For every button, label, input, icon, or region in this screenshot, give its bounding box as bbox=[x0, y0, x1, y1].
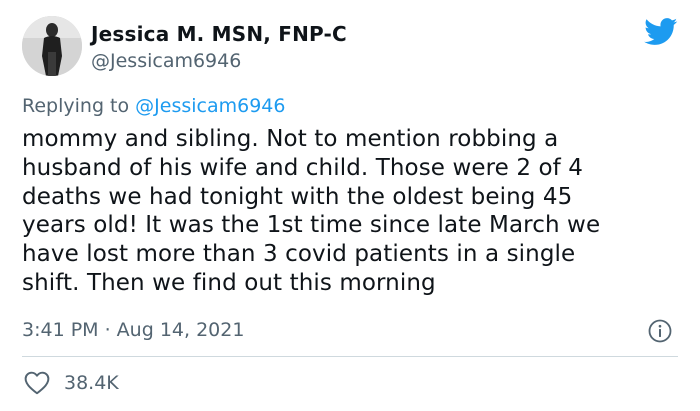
avatar[interactable] bbox=[22, 16, 82, 76]
heart-icon[interactable] bbox=[24, 371, 50, 395]
info-icon[interactable] bbox=[648, 319, 672, 343]
tweet-timestamp[interactable]: 3:41 PM · Aug 14, 2021 bbox=[22, 319, 244, 341]
tweet-text: mommy and sibling. Not to mention robbin… bbox=[22, 126, 601, 296]
avatar-photo bbox=[22, 16, 82, 76]
divider bbox=[22, 356, 678, 357]
author-display-name[interactable]: Jessica M. MSN, FNP-C bbox=[91, 22, 347, 46]
replying-to: Replying to @Jessicam6946 bbox=[22, 95, 285, 117]
replying-to-label: Replying to bbox=[22, 95, 136, 117]
twitter-bird-icon[interactable] bbox=[644, 18, 678, 46]
author-handle[interactable]: @Jessicam6946 bbox=[91, 50, 241, 72]
reply-mention-link[interactable]: @Jessicam6946 bbox=[135, 95, 285, 117]
like-count[interactable]: 38.4K bbox=[64, 372, 119, 394]
